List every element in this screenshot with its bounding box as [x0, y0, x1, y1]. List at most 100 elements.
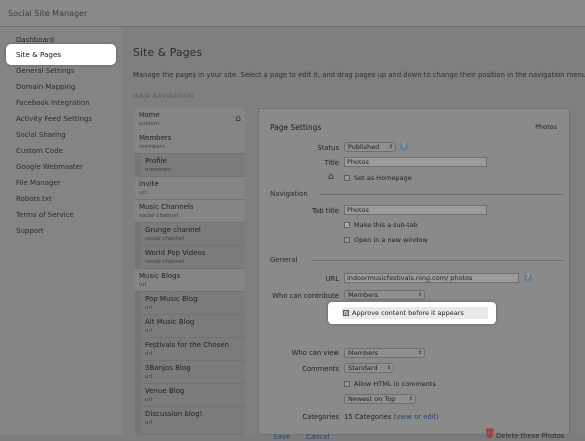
- page-title: Site & Pages: [133, 46, 203, 59]
- nav-item-type: social channel: [145, 259, 185, 265]
- nav-item-title: Discussion blog!: [145, 410, 203, 418]
- sidebar-item-support[interactable]: Support: [16, 224, 44, 238]
- nav-item-title: Home: [139, 111, 160, 119]
- comments-label: Comments: [302, 365, 339, 373]
- who-can-contribute-label: Who can contribute: [272, 292, 339, 300]
- nav-item-type: url: [139, 282, 147, 288]
- who-can-view-value: Members: [348, 349, 379, 357]
- sub-tab-checkbox[interactable]: ✓: [344, 222, 350, 229]
- categories-count: 15 Categories: [344, 413, 392, 421]
- page-settings-panel: Page Settings Photos Status Published ⇕ …: [258, 108, 570, 441]
- nav-item-type: social channel: [139, 213, 179, 219]
- sidebar-item-terms-of-service[interactable]: Terms of Service: [16, 208, 74, 222]
- nav-item-type: url: [139, 190, 147, 196]
- sidebar-item-general-settings[interactable]: General Settings: [16, 64, 75, 78]
- nav-item-title: Alt Music Blog: [145, 318, 195, 326]
- select-arrows-icon: ⇕: [388, 144, 393, 150]
- nav-item-discussion-blog[interactable]: Discussion blog! url: [141, 407, 245, 435]
- select-arrows-icon: ⇕: [417, 350, 422, 356]
- sidebar-item-facebook-integration[interactable]: Facebook Integration: [16, 96, 90, 110]
- nav-item-title: World Pop Videos: [145, 249, 206, 257]
- nav-item-title: Pop Music Blog: [145, 295, 198, 303]
- sidebar-item-file-manager[interactable]: File Manager: [16, 176, 61, 190]
- nav-item-grunge-channel[interactable]: Grunge channel social channel: [141, 223, 245, 246]
- sidebar-item-activity-feed-settings[interactable]: Activity Feed Settings: [16, 112, 92, 126]
- url-input[interactable]: indoormusicfestivals.ning.com/ photos: [344, 273, 519, 283]
- cancel-button[interactable]: Cancel: [306, 433, 330, 441]
- tab-title-input[interactable]: Photos: [344, 205, 487, 215]
- comment-sort-value: Newest on Top: [348, 395, 396, 403]
- new-window-checkbox[interactable]: [344, 237, 350, 243]
- nav-item-alt-music-blog[interactable]: Alt Music Blog url: [141, 315, 245, 338]
- nav-item-title: Festivals for the Chosen: [145, 341, 230, 349]
- sidebar-item-social-sharing[interactable]: Social Sharing: [16, 128, 66, 142]
- status-help-icon[interactable]: ?: [400, 143, 408, 151]
- nav-item-title: Profile: [145, 157, 167, 165]
- nav-item-type: url: [145, 351, 153, 357]
- set-as-homepage-checkbox[interactable]: [344, 175, 350, 181]
- nav-item-title: Venue Blog: [145, 387, 185, 395]
- status-value: Published: [348, 143, 380, 151]
- categories-summary: 15 Categories (view or edit): [344, 413, 439, 421]
- section-divider: [319, 194, 564, 195]
- main-navigation-label: MAIN NAVIGATION: [133, 93, 194, 100]
- home-icon: ⌂: [328, 172, 334, 182]
- nav-item-title: 3Banjos Blog: [145, 364, 191, 372]
- who-can-view-select[interactable]: Members ⇕: [344, 348, 425, 358]
- nav-item-type: url: [145, 397, 153, 403]
- current-page-name: Photos: [535, 123, 557, 131]
- trash-icon[interactable]: 🗑: [484, 429, 495, 439]
- url-label: URL: [325, 275, 339, 283]
- comments-value: Standard: [348, 364, 378, 372]
- save-button[interactable]: Save: [273, 433, 290, 441]
- nav-item-invite[interactable]: Invite url: [135, 177, 245, 200]
- allow-html-checkbox[interactable]: [344, 381, 350, 387]
- status-select[interactable]: Published ⇕: [344, 142, 396, 152]
- nav-item-type: social channel: [145, 236, 185, 242]
- status-label: Status: [317, 144, 339, 152]
- url-help-icon[interactable]: ?: [524, 274, 532, 282]
- approve-content-label: Approve content before it appears: [352, 309, 464, 317]
- who-can-contribute-select[interactable]: Members ⇕: [344, 290, 425, 300]
- set-as-homepage-label: Set as Homepage: [354, 174, 412, 182]
- approve-content-checkbox[interactable]: ✓: [343, 310, 349, 317]
- app-title: Social Site Manager: [8, 9, 88, 18]
- allow-html-label: Allow HTML in comments: [354, 380, 436, 388]
- nav-item-type: custom: [139, 121, 160, 127]
- general-section-title: General: [270, 256, 298, 264]
- nav-item-type: members: [145, 167, 172, 173]
- nav-item-type: members: [139, 144, 166, 150]
- nav-item-title: Invite: [139, 180, 159, 188]
- navigation-section-title: Navigation: [270, 190, 308, 198]
- delete-page-button[interactable]: Delete these Photos: [496, 432, 564, 440]
- nav-item-venue-blog[interactable]: Venue Blog url: [141, 384, 245, 407]
- view-or-edit-categories-link[interactable]: (view or edit): [394, 413, 439, 421]
- nav-item-type: url: [145, 328, 153, 334]
- tab-title-label: Tab title: [312, 207, 339, 215]
- navigation-list: Home custom ⌂ Members members Profile me…: [135, 108, 245, 435]
- nav-item-title: Music Channels: [139, 203, 194, 211]
- nav-item-type: url: [145, 420, 153, 426]
- comment-sort-select[interactable]: Newest on Top ⇕: [344, 394, 416, 404]
- nav-item-world-pop-videos[interactable]: World Pop Videos social channel: [141, 246, 245, 269]
- comments-select[interactable]: Standard ⇕: [344, 363, 394, 373]
- nav-item-title: Music Blogs: [139, 272, 181, 280]
- sidebar-item-robots-txt[interactable]: Robots.txt: [16, 192, 52, 206]
- nav-item-title: Members: [139, 134, 172, 142]
- sidebar: Dashboard Site & Pages General Settings …: [0, 27, 123, 435]
- who-can-contribute-value: Members: [348, 291, 379, 299]
- page-description: Manage the pages in your site. Select a …: [133, 71, 585, 79]
- sidebar-item-domain-mapping[interactable]: Domain Mapping: [16, 80, 75, 94]
- select-arrows-icon: ⇕: [386, 365, 391, 371]
- title-input[interactable]: Photos: [344, 157, 487, 167]
- sidebar-item-site-pages[interactable]: Site & Pages: [6, 44, 116, 65]
- section-divider: [311, 260, 564, 261]
- sub-tab-label: Make this a sub-tab: [354, 221, 418, 229]
- categories-label: Categories: [302, 413, 339, 421]
- sidebar-item-custom-code[interactable]: Custom Code: [16, 144, 63, 158]
- sidebar-item-google-webmaster[interactable]: Google Webmaster: [16, 160, 83, 174]
- title-label: Title: [324, 159, 339, 167]
- nav-item-type: url: [145, 374, 153, 380]
- panel-title: Page Settings: [270, 123, 322, 132]
- nav-item-type: url: [145, 305, 153, 311]
